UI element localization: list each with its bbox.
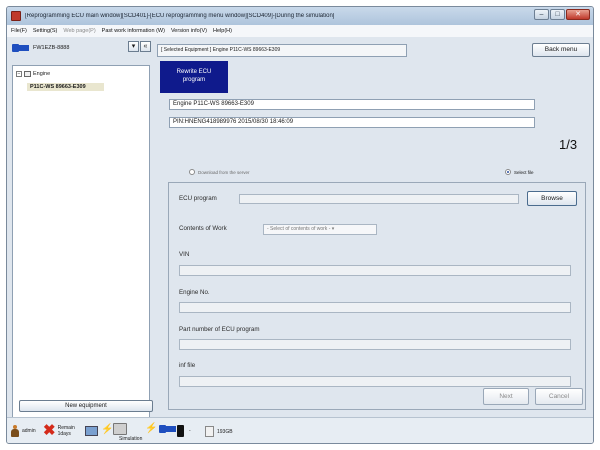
contents-select-value: - Select of contents of work - — [267, 226, 331, 232]
pin-info: PIN:HNENG418989976 2015/08/30 18:46:09 — [169, 117, 535, 128]
radio-download[interactable] — [189, 169, 195, 175]
menu-version-info[interactable]: Version info(V) — [171, 28, 207, 34]
link-arrow-icon: ⚡ — [101, 423, 114, 435]
main-window: [Reprogramming ECU main window][SCD401]-… — [6, 6, 594, 444]
dropdown-button[interactable]: ▾ — [128, 41, 139, 52]
user-label: admin — [22, 428, 36, 434]
menu-past-work[interactable]: Past work information (W) — [102, 28, 165, 34]
contents-of-work-label: Contents of Work — [179, 225, 227, 232]
inf-file-label: inf file — [179, 362, 196, 369]
status-battery: - — [177, 425, 191, 437]
new-equipment-button[interactable]: New equipment — [19, 400, 153, 412]
page-counter: 1/3 — [559, 137, 578, 152]
contents-of-work-select[interactable]: - Select of contents of work - ▾ — [263, 224, 377, 235]
tree-child-label: P11C-WS 89663-E309 — [30, 84, 86, 90]
engine-info: Engine P11C-WS 89663-E309 — [169, 99, 535, 110]
tab-rewrite-ecu-program[interactable]: Rewrite ECU program — [160, 61, 228, 93]
status-user: admin — [11, 425, 36, 437]
interface-box-icon — [113, 423, 128, 435]
select-file-option[interactable]: Select file — [505, 169, 534, 175]
download-option[interactable]: Download from the server — [189, 169, 250, 175]
computer-icon — [85, 426, 98, 436]
menu-web-page[interactable]: Web page(P) — [63, 28, 95, 34]
disk-icon — [205, 426, 214, 437]
app-icon — [11, 11, 21, 21]
engine-no-field[interactable] — [179, 302, 571, 313]
remain-line2: 1days — [57, 430, 71, 437]
battery-value: - — [189, 428, 191, 434]
remain-text: Remain 1days — [58, 425, 75, 437]
maximize-button[interactable]: □ — [550, 9, 565, 20]
part-number-field[interactable] — [179, 339, 571, 350]
ecu-program-label: ECU program — [179, 195, 217, 202]
status-bar: admin ✖ Remain 1days ⚡ Simulation ⚡ - 19… — [7, 417, 593, 443]
tree-node-engine[interactable]: − Engine — [16, 71, 50, 77]
menu-help[interactable]: Help(H) — [213, 28, 232, 34]
menu-file[interactable]: File(F) — [11, 28, 27, 34]
window-controls: – □ ✕ — [534, 9, 590, 20]
radio-select-file[interactable] — [505, 169, 511, 175]
status-pc — [85, 426, 98, 436]
tab-label-line1: Rewrite ECU — [176, 69, 212, 75]
vin-label: VIN — [179, 251, 190, 258]
ecu-program-input[interactable] — [239, 194, 519, 204]
battery-icon — [177, 425, 184, 437]
back-menu-button[interactable]: Back menu — [532, 43, 590, 57]
right-panel: [ Selected Equipment ] Engine P11C-WS 89… — [155, 39, 593, 417]
chevron-down-icon: ▾ — [331, 226, 335, 232]
select-file-label: Select file — [514, 169, 534, 175]
download-option-label: Download from the server — [198, 169, 250, 175]
simulation-label: Simulation — [119, 436, 143, 442]
close-button[interactable]: ✕ — [566, 9, 590, 20]
folder-icon — [24, 71, 31, 77]
tree-node-ecu[interactable]: P11C-WS 89663-E309 — [27, 83, 104, 91]
user-icon — [11, 425, 19, 437]
tree-root-label: Engine — [33, 71, 51, 77]
content-area: Engine P11C-WS 89663-E309 PIN:HNENG41898… — [163, 93, 593, 413]
vehicle-truck-icon — [159, 424, 177, 434]
title-bar: [Reprogramming ECU main window][SCD401]-… — [7, 7, 593, 25]
license-warning-icon: ✖ — [43, 422, 56, 439]
expander-icon[interactable]: − — [16, 71, 22, 77]
truck-icon — [12, 43, 30, 53]
equipment-label: FW1EZB-8888 — [33, 45, 70, 51]
equipment-tree: − Engine P11C-WS 89663-E309 — [12, 65, 150, 427]
status-remain: ✖ Remain 1days — [43, 423, 75, 438]
part-number-label: Part number of ECU program — [179, 326, 260, 333]
status-vehicle: ⚡ — [145, 423, 177, 434]
window-title: [Reprogramming ECU main window][SCD401]-… — [25, 13, 335, 19]
cancel-button[interactable]: Cancel — [535, 388, 583, 405]
menu-setting[interactable]: Setting(S) — [33, 28, 57, 34]
browse-button[interactable]: Browse — [527, 191, 577, 206]
minimize-button[interactable]: – — [534, 9, 549, 20]
menu-bar: File(F) Setting(S) Web page(P) Past work… — [7, 25, 593, 37]
engine-no-label: Engine No. — [179, 289, 210, 296]
status-disk: 193GB — [205, 426, 233, 437]
collapse-panel-button[interactable]: « — [140, 41, 151, 52]
selected-equipment: [ Selected Equipment ] Engine P11C-WS 89… — [157, 44, 407, 57]
left-panel: FW1EZB-8888 ▾ « − Engine P11C-WS 89663-E… — [10, 39, 152, 427]
program-form: ECU program Browse Contents of Work - Se… — [168, 182, 586, 410]
disk-value: 193GB — [217, 428, 233, 435]
status-simulation: ⚡ Simulation — [101, 423, 142, 442]
tab-label-line2: program — [182, 77, 206, 83]
connection-arrow-icon: ⚡ — [145, 423, 158, 434]
inf-file-field[interactable] — [179, 376, 571, 387]
vin-field[interactable] — [179, 265, 571, 276]
next-button[interactable]: Next — [483, 388, 529, 405]
